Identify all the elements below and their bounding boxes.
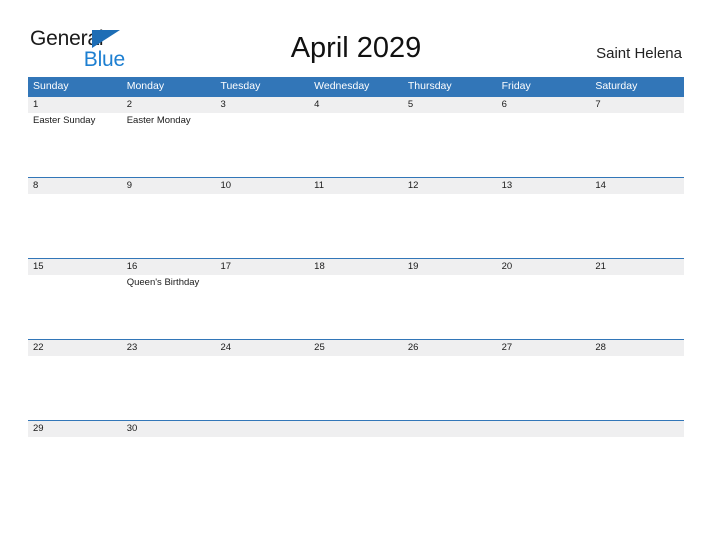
day-cell[interactable] (590, 194, 684, 258)
day-number[interactable]: 21 (590, 259, 684, 275)
day-number[interactable]: 16 (122, 259, 216, 275)
day-number[interactable]: 24 (215, 340, 309, 356)
page-header: General Blue April 2029 Saint Helena (0, 0, 712, 76)
day-cell[interactable]: Easter Monday (122, 113, 216, 177)
day-number (309, 421, 403, 437)
day-cell[interactable] (403, 356, 497, 420)
calendar-week-row: 1 2 3 4 5 6 7 Easter Sunday Easter Monda… (28, 96, 684, 177)
day-header-thursday: Thursday (407, 80, 452, 92)
day-number[interactable]: 15 (28, 259, 122, 275)
day-number[interactable]: 28 (590, 340, 684, 356)
day-header-sunday: Sunday (33, 80, 69, 92)
day-cell[interactable] (497, 194, 591, 258)
day-cell[interactable]: Queen's Birthday (122, 275, 216, 339)
day-number[interactable]: 4 (309, 97, 403, 113)
day-number[interactable]: 12 (403, 178, 497, 194)
day-cell (215, 437, 309, 450)
day-number[interactable]: 30 (122, 421, 216, 437)
day-number[interactable]: 2 (122, 97, 216, 113)
day-number[interactable]: 23 (122, 340, 216, 356)
day-number[interactable]: 11 (309, 178, 403, 194)
day-number[interactable]: 19 (403, 259, 497, 275)
location-label: Saint Helena (596, 45, 682, 62)
week-number-band: 8 9 10 11 12 13 14 (28, 178, 684, 194)
day-header-friday: Friday (501, 80, 531, 92)
day-cell[interactable] (590, 356, 684, 420)
day-number[interactable]: 17 (215, 259, 309, 275)
day-cell[interactable] (309, 356, 403, 420)
day-number (403, 421, 497, 437)
week-number-band: 22 23 24 25 26 27 28 (28, 340, 684, 356)
day-cell (497, 437, 591, 450)
day-cell[interactable] (122, 194, 216, 258)
week-event-band: Queen's Birthday (28, 275, 684, 339)
day-number[interactable]: 8 (28, 178, 122, 194)
day-cell[interactable] (215, 275, 309, 339)
day-number[interactable]: 13 (497, 178, 591, 194)
week-event-band (28, 437, 684, 450)
week-event-band: Easter Sunday Easter Monday (28, 113, 684, 177)
day-cell[interactable]: Easter Sunday (28, 113, 122, 177)
day-cell[interactable] (215, 194, 309, 258)
day-number[interactable]: 27 (497, 340, 591, 356)
week-number-band: 15 16 17 18 19 20 21 (28, 259, 684, 275)
day-header-monday: Monday (126, 80, 165, 92)
day-number[interactable]: 10 (215, 178, 309, 194)
day-number[interactable]: 9 (122, 178, 216, 194)
day-number (497, 421, 591, 437)
day-cell[interactable] (497, 113, 591, 177)
week-event-band (28, 356, 684, 420)
week-number-band: 1 2 3 4 5 6 7 (28, 97, 684, 113)
day-number[interactable]: 22 (28, 340, 122, 356)
day-cell[interactable] (590, 275, 684, 339)
day-cell[interactable] (497, 356, 591, 420)
day-cell[interactable] (309, 194, 403, 258)
day-cell[interactable] (215, 113, 309, 177)
day-cell[interactable] (28, 275, 122, 339)
day-cell[interactable] (403, 113, 497, 177)
day-number[interactable]: 14 (590, 178, 684, 194)
day-of-week-header-row: Sunday Monday Tuesday Wednesday Thursday… (28, 77, 684, 96)
day-number (215, 421, 309, 437)
day-number[interactable]: 18 (309, 259, 403, 275)
day-cell[interactable] (28, 437, 122, 450)
calendar-week-row: 15 16 17 18 19 20 21 Queen's Birthday (28, 258, 684, 339)
day-header-wednesday: Wednesday (314, 80, 370, 92)
day-cell[interactable] (122, 356, 216, 420)
day-cell[interactable] (590, 113, 684, 177)
day-number[interactable]: 25 (309, 340, 403, 356)
day-number[interactable]: 7 (590, 97, 684, 113)
week-number-band: 29 30 (28, 421, 684, 437)
day-event-text: Easter Sunday (33, 115, 96, 126)
day-cell (590, 437, 684, 450)
week-event-band (28, 194, 684, 258)
day-cell[interactable] (28, 356, 122, 420)
calendar-week-row: 22 23 24 25 26 27 28 (28, 339, 684, 420)
day-cell[interactable] (403, 194, 497, 258)
day-number[interactable]: 29 (28, 421, 122, 437)
day-cell[interactable] (215, 356, 309, 420)
day-number[interactable]: 20 (497, 259, 591, 275)
day-number[interactable]: 26 (403, 340, 497, 356)
day-cell (309, 437, 403, 450)
day-cell[interactable] (309, 275, 403, 339)
day-cell[interactable] (403, 275, 497, 339)
day-event-text: Easter Monday (126, 115, 191, 126)
day-cell[interactable] (309, 113, 403, 177)
day-number[interactable]: 5 (403, 97, 497, 113)
day-number (590, 421, 684, 437)
calendar-table: Sunday Monday Tuesday Wednesday Thursday… (28, 77, 684, 450)
day-number[interactable]: 1 (28, 97, 122, 113)
day-number[interactable]: 6 (497, 97, 591, 113)
day-cell (403, 437, 497, 450)
day-header-saturday: Saturday (595, 80, 638, 92)
day-header-tuesday: Tuesday (220, 80, 261, 92)
day-event-text: Queen's Birthday (126, 277, 200, 288)
day-cell[interactable] (497, 275, 591, 339)
day-cell[interactable] (122, 437, 216, 450)
day-number[interactable]: 3 (215, 97, 309, 113)
calendar-week-row: 8 9 10 11 12 13 14 (28, 177, 684, 258)
day-cell[interactable] (28, 194, 122, 258)
calendar-week-row: 29 30 (28, 420, 684, 450)
